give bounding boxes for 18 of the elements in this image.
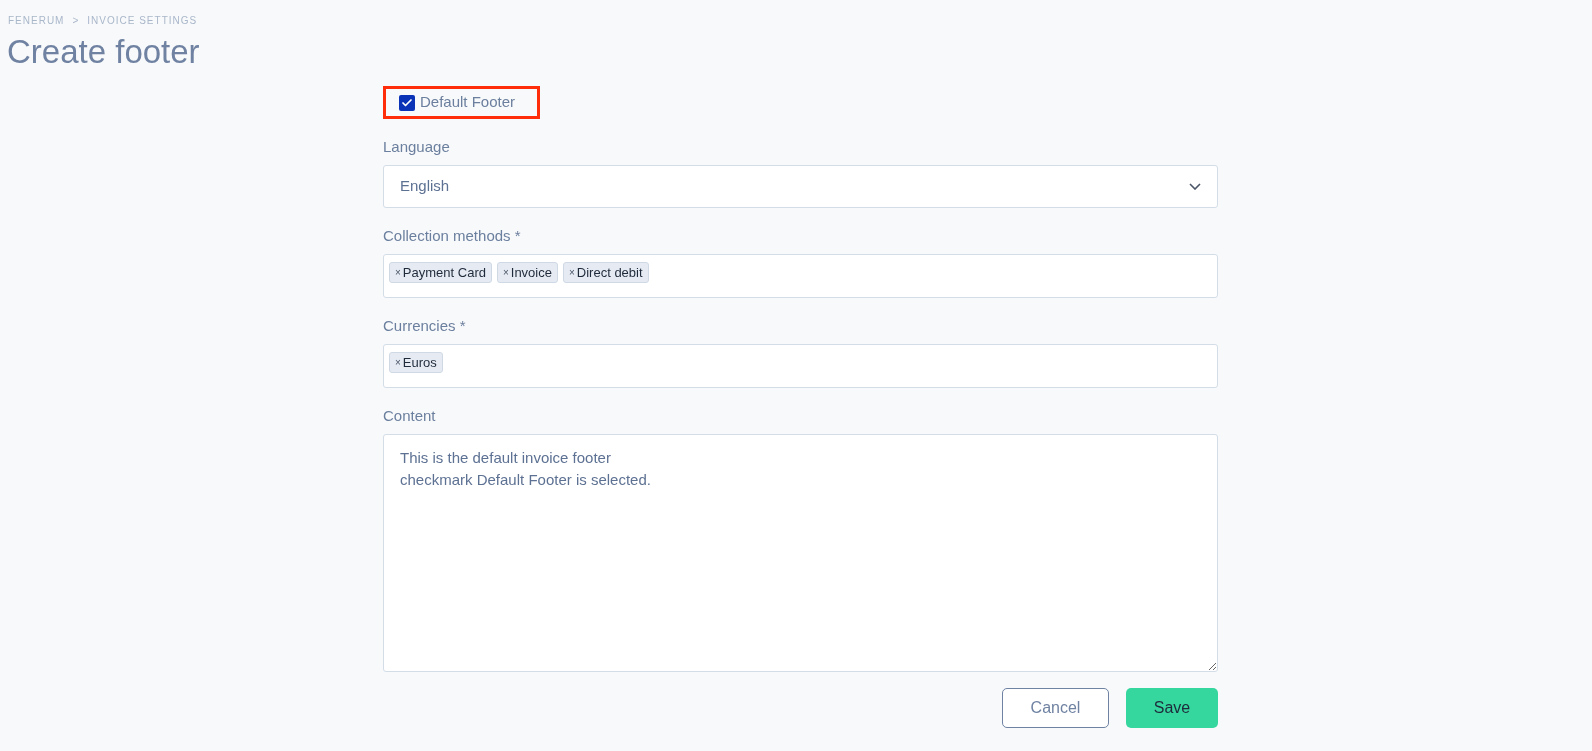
breadcrumb-separator: > — [72, 14, 80, 28]
multi-select-field[interactable]: ×Euros — [383, 344, 1218, 388]
field-label: Content — [383, 406, 436, 426]
default-footer-checkbox[interactable]: Default Footer — [383, 86, 541, 119]
chevron-down-icon — [1189, 183, 1201, 190]
multi-select-field[interactable]: ×Payment Card ×Invoice ×Direct debit — [383, 254, 1218, 298]
field-label: Collection methods * — [383, 226, 521, 246]
content-textarea[interactable]: This is the default invoice footer checkmark Default Footer is selected. — [383, 434, 1218, 672]
save-button[interactable]: Save — [1126, 688, 1218, 728]
selected-tag[interactable]: ×Payment Card — [389, 262, 492, 283]
page-title: Create footer — [6, 32, 200, 72]
field-label: Currencies * — [383, 316, 466, 336]
selected-tag[interactable]: ×Direct debit — [563, 262, 649, 283]
field-label: Language — [383, 137, 450, 157]
language-select[interactable]: English — [383, 165, 1218, 208]
selected-tag[interactable]: ×Invoice — [496, 262, 558, 283]
cancel-button[interactable]: Cancel — [1002, 688, 1109, 728]
selected-tag[interactable]: ×Euros — [389, 352, 443, 373]
